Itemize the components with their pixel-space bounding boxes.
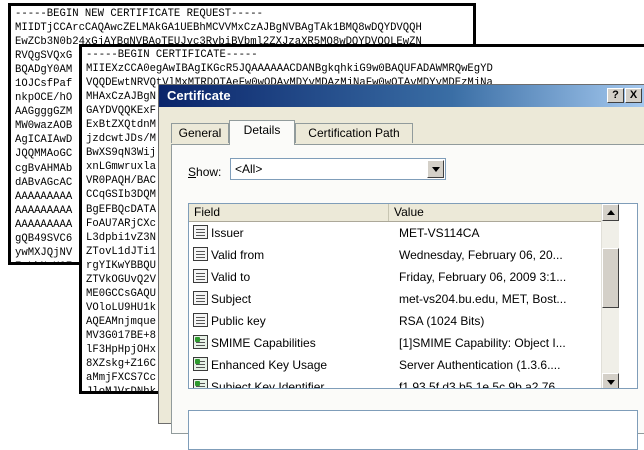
document-icon: [193, 225, 208, 239]
row-field-label: Issuer: [211, 226, 244, 240]
document-icon: [193, 269, 208, 283]
show-label-accelerator: S: [188, 165, 197, 179]
show-label-text: how:: [196, 165, 222, 179]
document-icon: [193, 291, 208, 305]
row-field-label: Subject Key Identifier: [211, 380, 325, 389]
row-field-label: Enhanced Key Usage: [211, 358, 328, 372]
scroll-up-arrow-icon[interactable]: [602, 204, 619, 221]
list-row-issuer[interactable]: Issuer MET-VS114CA: [189, 222, 601, 244]
row-field-value: Friday, February 06, 2009 3:1...: [399, 270, 567, 284]
scroll-thumb[interactable]: [602, 248, 619, 308]
list-row-public-key[interactable]: Public key RSA (1024 Bits): [189, 310, 601, 332]
extension-icon: [193, 335, 208, 349]
certificate-text-line: MIIEXzCCA0egAwIBAgIKGcR5JQAAAAAACDANBgkq…: [86, 63, 493, 76]
field-detail-box[interactable]: [188, 410, 638, 450]
column-header-field[interactable]: Field: [189, 204, 389, 221]
request-text-line: -----BEGIN NEW CERTIFICATE REQUEST-----: [15, 8, 263, 20]
document-icon: [193, 247, 208, 261]
row-field-label: SMIME Capabilities: [211, 336, 316, 350]
chevron-down-icon[interactable]: [427, 160, 444, 178]
scroll-down-arrow-icon[interactable]: [602, 373, 619, 388]
tab-details[interactable]: Details: [229, 120, 295, 145]
row-field-label: Subject: [211, 292, 252, 306]
certificate-text-line: -----BEGIN CERTIFICATE-----: [86, 49, 258, 61]
document-icon: [193, 313, 208, 327]
list-row-subject[interactable]: Subject met-vs204.bu.edu, MET, Bost...: [189, 288, 601, 310]
list-row-valid-from[interactable]: Valid from Wednesday, February 06, 20...: [189, 244, 601, 266]
row-field-label: Valid to: [211, 270, 251, 284]
tab-certification-path[interactable]: Certification Path: [295, 123, 413, 143]
show-dropdown[interactable]: <All>: [230, 158, 446, 180]
row-field-value: f1 93 5f d3 b5 1e 5c 9b a2 76 ...: [399, 380, 569, 389]
row-field-label: Public key: [211, 314, 266, 328]
list-row-smime-capabilities[interactable]: SMIME Capabilities [1]SMIME Capability: O…: [189, 332, 601, 354]
dialog-titlebar[interactable]: Certificate ? X: [159, 85, 644, 107]
tab-general[interactable]: General: [171, 123, 229, 143]
row-field-value: MET-VS114CA: [399, 226, 480, 240]
close-button[interactable]: X: [625, 88, 642, 103]
extension-icon: [193, 379, 208, 388]
row-field-value: Wednesday, February 06, 20...: [399, 248, 563, 262]
show-dropdown-value: <All>: [235, 162, 263, 176]
list-header: Field Value: [189, 204, 601, 222]
list-row-enhanced-key-usage[interactable]: Enhanced Key Usage Server Authentication …: [189, 354, 601, 376]
row-field-value: RSA (1024 Bits): [399, 314, 485, 328]
row-field-label: Valid from: [211, 248, 265, 262]
row-field-value: [1]SMIME Capability: Object I...: [399, 336, 566, 350]
request-text-line: MIIDTjCCArcCAQAwcZELMAkGA1UEBhMCVVMxCzAJ…: [15, 22, 422, 35]
column-header-value[interactable]: Value: [389, 204, 601, 221]
list-row-valid-to[interactable]: Valid to Friday, February 06, 2009 3:1...: [189, 266, 601, 288]
show-label: Show:: [188, 165, 221, 179]
dialog-title: Certificate: [167, 88, 231, 103]
extension-icon: [193, 357, 208, 371]
vertical-scrollbar[interactable]: [601, 204, 619, 388]
row-field-value: Server Authentication (1.3.6....: [399, 358, 561, 372]
help-button[interactable]: ?: [607, 88, 624, 103]
fields-list[interactable]: Field Value Issuer MET-VS114CA Valid from W…: [188, 203, 638, 389]
row-field-value: met-vs204.bu.edu, MET, Bost...: [399, 292, 567, 306]
list-row-subject-key-identifier[interactable]: Subject Key Identifier f1 93 5f d3 b5 1e …: [189, 376, 601, 389]
